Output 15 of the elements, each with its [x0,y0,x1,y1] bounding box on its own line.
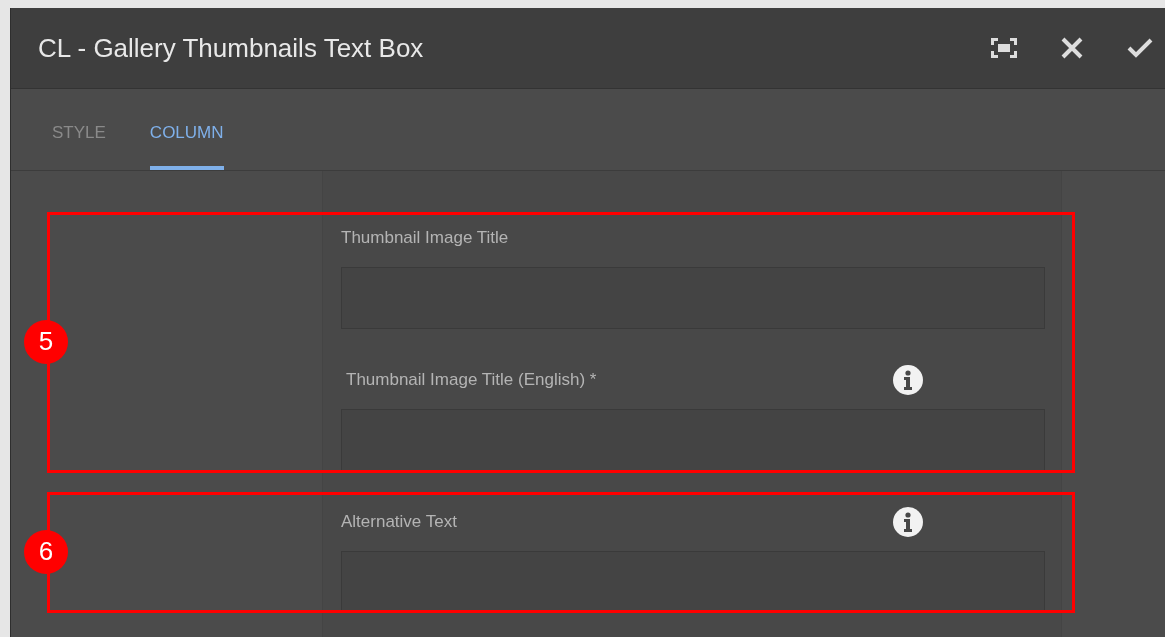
annotation-number: 5 [24,319,68,364]
text-input[interactable] [341,409,1045,471]
info-icon[interactable] [893,507,923,537]
close-icon[interactable] [1061,37,1083,59]
field-label: Thumbnail Image Title [341,228,509,248]
field-label: Alternative Text [341,512,457,532]
fullscreen-icon[interactable] [991,38,1017,58]
annotation-number: 6 [24,529,68,574]
field-label: Thumbnail Image Title (English) * [346,370,597,390]
dialog-title: CL - Gallery Thumbnails Text Box [38,32,425,64]
text-input[interactable] [341,551,1045,613]
checkmark-icon[interactable] [1127,38,1153,58]
tab[interactable]: COLUMN [149,89,224,170]
tab[interactable]: STYLE [52,89,106,170]
info-icon[interactable] [893,365,923,395]
